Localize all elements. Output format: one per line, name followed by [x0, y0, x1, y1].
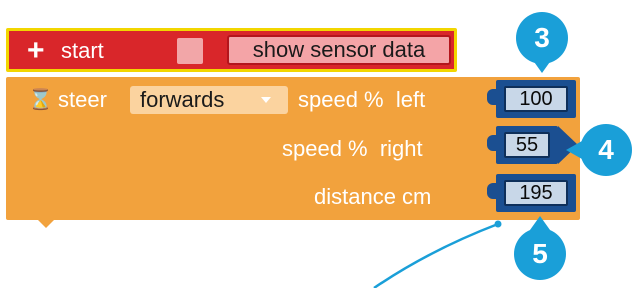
- callout-badge-5: 5: [514, 228, 566, 280]
- callout-badge-4: 4: [580, 124, 632, 176]
- callout-badge-3: 3: [516, 12, 568, 64]
